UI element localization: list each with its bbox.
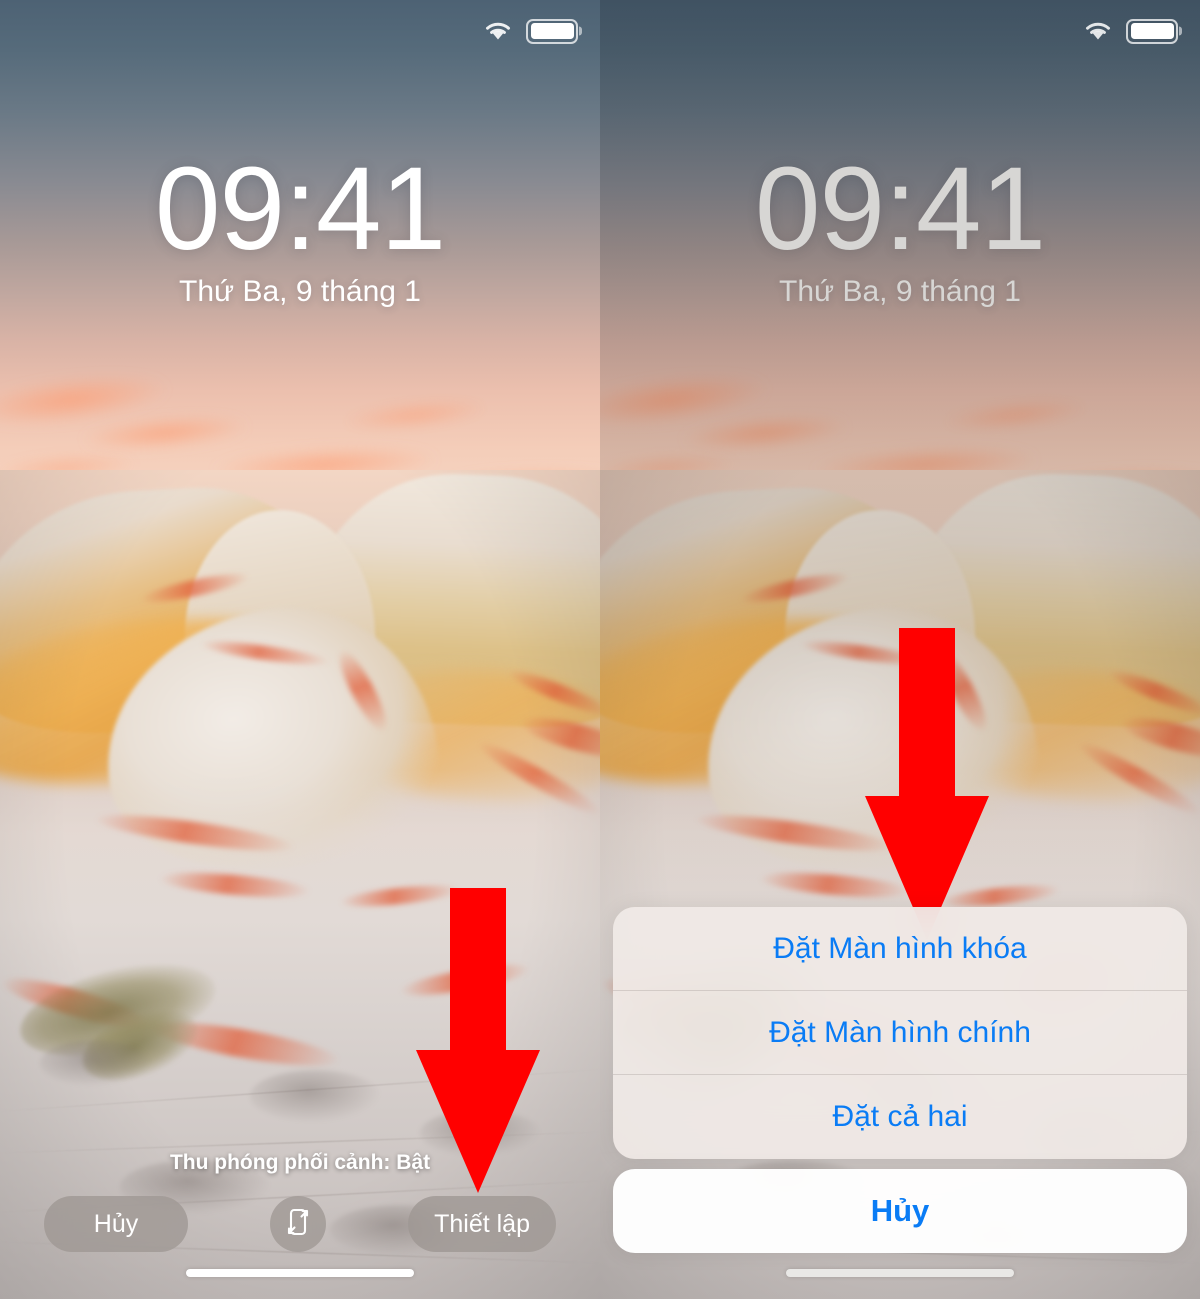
perspective-zoom-label: Thu phóng phối cảnh: Bật [169,1151,431,1174]
tutorial-screenshot-pair: 09:41 Thứ Ba, 9 tháng 1 Thu phóng phối c… [0,0,1200,1299]
battery-icon [526,18,578,44]
left-panel: 09:41 Thứ Ba, 9 tháng 1 Thu phóng phối c… [0,0,600,1299]
wallpaper-preview-toolbar: Hủy Thiết lập [0,1196,600,1252]
sheet-option-set-lock-screen[interactable]: Đặt Màn hình khóa [613,907,1187,991]
wifi-icon [482,19,514,43]
clock-date: Thứ Ba, 9 tháng 1 [179,275,421,309]
battery-icon [1126,18,1178,44]
lock-screen-clock-left: 09:41 Thứ Ba, 9 tháng 1 [0,143,600,309]
wallpaper-action-sheet: Đặt Màn hình khóa Đặt Màn hình chính Đặt… [613,907,1187,1159]
status-bar-left [0,0,600,62]
lock-screen-clock-right: 09:41 Thứ Ba, 9 tháng 1 [600,143,1200,309]
clock-time: 09:41 [154,143,446,275]
sheet-option-set-home-screen[interactable]: Đặt Màn hình chính [613,991,1187,1075]
status-bar-right [600,0,1200,62]
home-indicator-left[interactable] [186,1269,414,1277]
perspective-zoom-icon [284,1207,312,1242]
right-panel: 09:41 Thứ Ba, 9 tháng 1 Đặt Màn hình khó… [600,0,1200,1299]
clock-date: Thứ Ba, 9 tháng 1 [779,275,1021,309]
set-button[interactable]: Thiết lập [408,1196,556,1252]
perspective-zoom-toggle-button[interactable] [270,1196,327,1252]
sheet-option-set-both[interactable]: Đặt cả hai [613,1075,1187,1159]
wifi-icon [1082,19,1114,43]
cancel-button[interactable]: Hủy [44,1196,188,1252]
clock-time: 09:41 [754,143,1046,275]
sheet-cancel-button[interactable]: Hủy [613,1169,1187,1253]
home-indicator-right[interactable] [786,1269,1014,1277]
